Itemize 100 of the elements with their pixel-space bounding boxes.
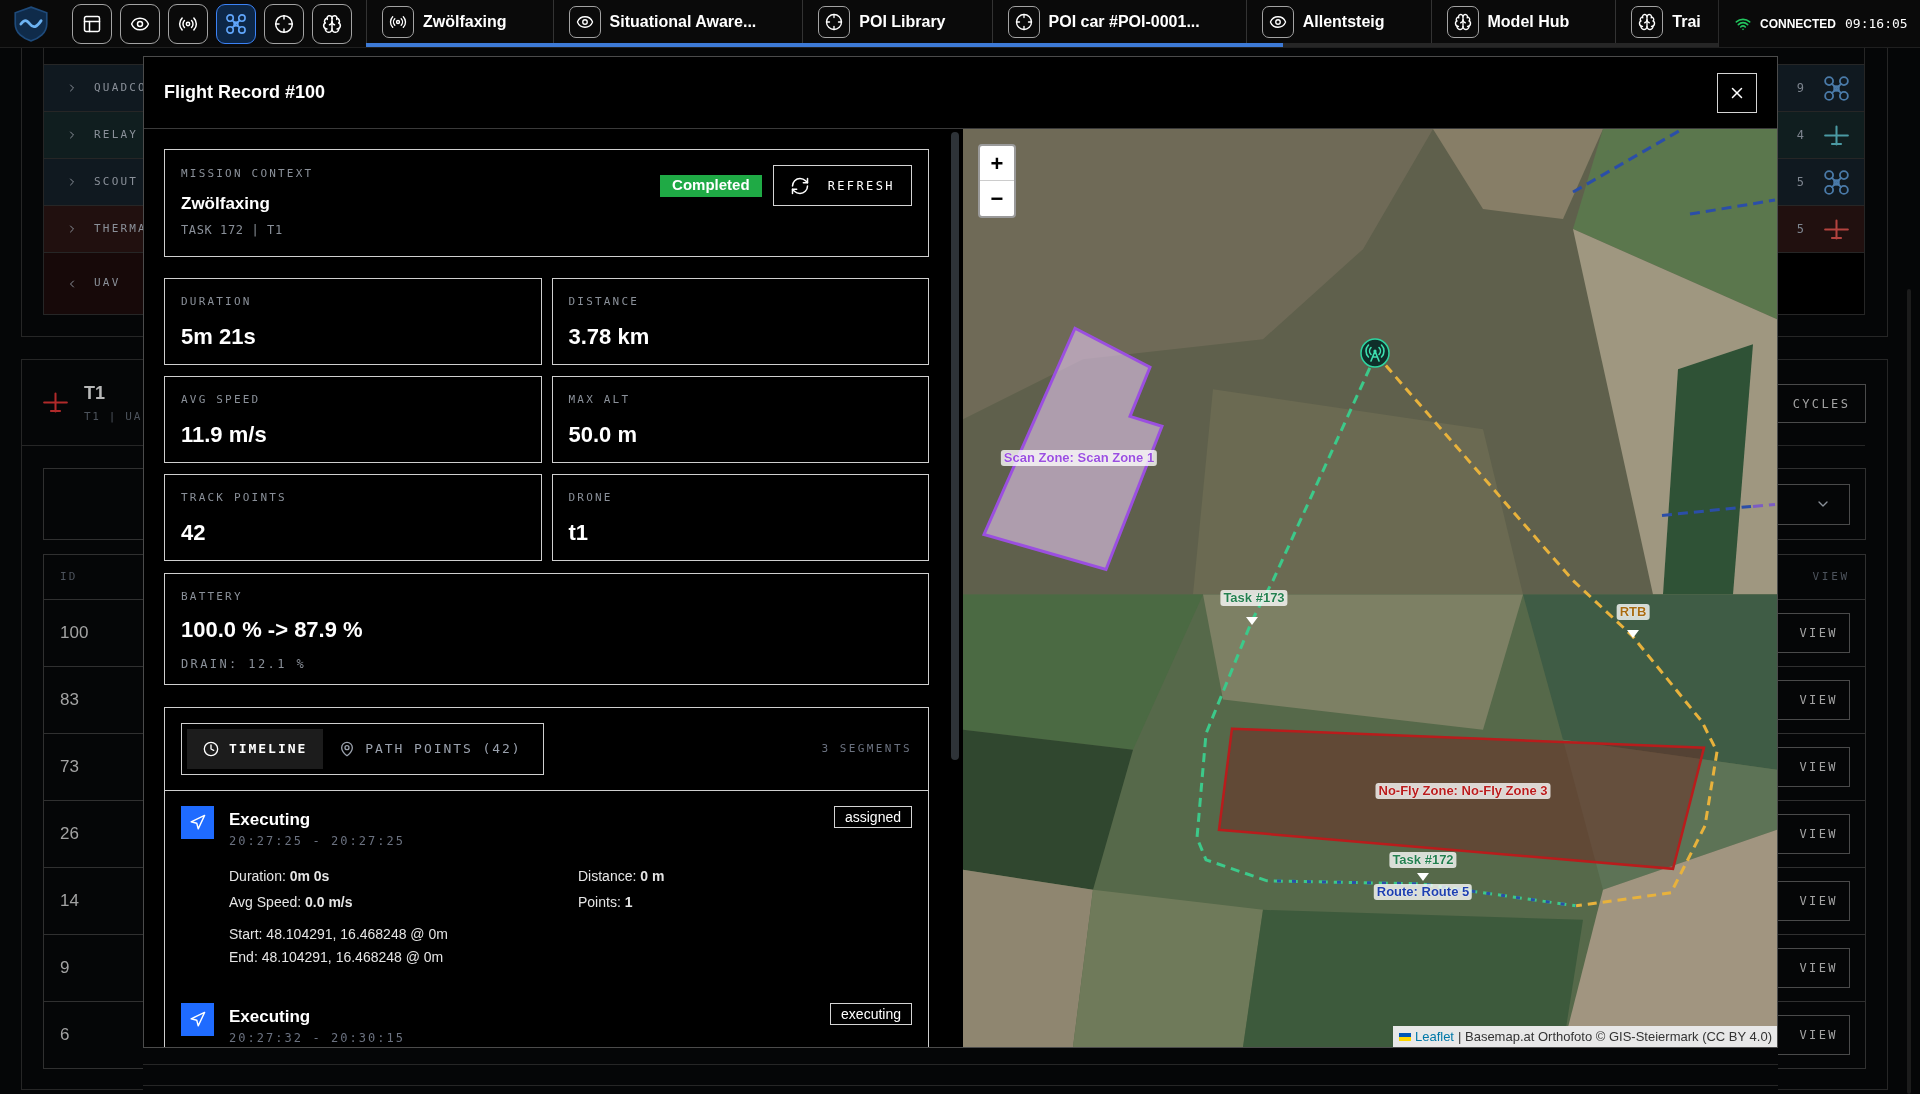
view-button[interactable]: VIEW [1778,881,1850,921]
battery-drain: DRAIN: 12.1 % [181,656,308,672]
segment-title: Executing [229,809,312,831]
crosshair-icon [1007,5,1040,38]
view-button[interactable]: VIEW [1778,680,1850,720]
waypoint-label: RTB [1616,604,1650,620]
flag-icon [1398,1032,1411,1041]
drone-count: 5 [1796,174,1804,191]
segment-status: assigned [833,806,912,828]
plane-icon [43,392,68,413]
stat-value: 50.0 m [568,421,638,449]
drone-subtitle: T1 | UA [84,409,142,424]
eye-icon [568,5,601,38]
card-label: MISSION CONTEXT [181,167,314,181]
navigation-icon [181,806,214,839]
select-field[interactable] [1778,483,1850,525]
map-pin-icon [339,741,356,757]
zoom-in-button[interactable]: + [980,146,1014,181]
segment-detail: Avg Speed: 0.0 m/s [229,893,354,912]
view-button[interactable]: VIEW [1778,814,1850,854]
id-cell-text: 100 [60,622,89,645]
tab[interactable]: TIMELINE [187,729,324,769]
segment-time: 20:27:32 - 20:30:15 [229,1030,406,1046]
stat-value: 3.78 km [568,323,651,351]
mission-name: Zwölfaxing [181,193,271,215]
id-cell-text: 73 [60,756,79,779]
brain-icon [1631,5,1664,38]
category-row[interactable]: 5 [1778,159,1864,206]
close-button[interactable] [1717,72,1757,113]
category-row[interactable]: THERMA [44,206,143,253]
segment-time: 20:27:25 - 20:27:25 [229,833,406,849]
category-row[interactable]: 4 [1778,112,1864,159]
drone-icon [226,13,246,34]
stat-label: DURATION [181,295,253,309]
layout-icon [82,13,102,34]
segment-coordinates: Start: 48.104291, 16.468248 @ 0m [229,925,449,944]
segment-title: Executing [229,1006,312,1028]
cycles-button[interactable]: CYCLES [1778,384,1866,423]
waypoint-label: Task #172 [1389,852,1457,868]
radio-tower-icon [1360,338,1390,368]
waypoint-marker-icon [1627,630,1639,638]
category-row[interactable]: RELAY [44,112,143,159]
drone-button[interactable] [216,3,256,44]
drone-name: T1 [84,381,106,404]
logo-icon [14,5,48,42]
attribution-text: | Basemap.at Orthofoto © GIS-Steiermark (CC BY 4.0) [1458,1027,1772,1046]
waypoint-marker-icon [1246,617,1258,625]
dialog-title: Flight Record #100 [164,81,326,104]
brain-icon [322,13,342,34]
refresh-icon [789,175,810,196]
zoom-out-button[interactable]: − [980,181,1014,216]
id-cell-text: 14 [60,890,79,913]
eye-button[interactable] [120,3,160,44]
waypoint-marker-icon [1417,873,1429,881]
stat-value: 5m 21s [181,323,257,351]
stat-label: BATTERY [181,590,244,604]
route-label: Route: Route 5 [1373,884,1473,900]
clock-icon [203,741,219,757]
brain-button[interactable] [312,3,352,44]
segment-coordinates: End: 48.104291, 16.468248 @ 0m [229,948,445,967]
view-button[interactable]: VIEW [1778,747,1850,787]
segment-detail: Points: 1 [578,893,634,912]
category-row[interactable]: UAV [44,253,143,314]
segment-status: executing [830,1003,912,1025]
stat-label: DRONE [568,491,614,505]
view-button[interactable]: VIEW [1778,1015,1850,1055]
layout-button[interactable] [72,3,112,44]
stat-value: 42 [181,519,207,547]
segment-detail: Distance: 0 m [578,867,666,886]
tab[interactable]: PATH POINTS (42) [323,729,538,769]
category-row[interactable]: SCOUT [44,159,143,206]
column-header: VIEW [1812,568,1850,585]
id-cell-text: 6 [60,1024,70,1047]
stat-value: 100.0 % -> 87.9 % [181,616,364,644]
leaflet-link[interactable]: Leaflet [1414,1026,1454,1047]
stat-value: 11.9 m/s [181,421,268,449]
column-header: ID [60,568,78,585]
crosshair-button[interactable] [264,3,304,44]
drone-count: 9 [1796,80,1804,97]
category-row[interactable]: 5 [1778,206,1864,253]
segment-detail: Duration: 0m 0s [229,867,331,886]
stat-label: DISTANCE [568,295,641,309]
mission-meta: TASK 172 | T1 [181,223,284,238]
drone-count: 5 [1796,221,1804,238]
stat-label: TRACK POINTS [181,491,288,505]
crosshair-icon [274,13,294,34]
brain-icon [1446,5,1479,38]
refresh-button[interactable]: REFRESH [772,165,912,206]
broadcast-icon [382,5,414,38]
category-row[interactable]: 9 [1778,65,1864,112]
id-cell-text: 9 [60,957,70,980]
zone-label: No-Fly Zone: No-Fly Zone 3 [1375,783,1551,799]
crosshair-icon [818,5,851,38]
stat-label: AVG SPEED [181,393,262,407]
status-badge: Completed [660,174,762,197]
view-button[interactable]: VIEW [1778,948,1850,988]
segment-count: 3 SEGMENTS [821,740,912,757]
broadcast-button[interactable] [168,3,208,44]
view-button[interactable]: VIEW [1778,613,1850,653]
clock-time: 09:16:05 [1845,14,1908,33]
